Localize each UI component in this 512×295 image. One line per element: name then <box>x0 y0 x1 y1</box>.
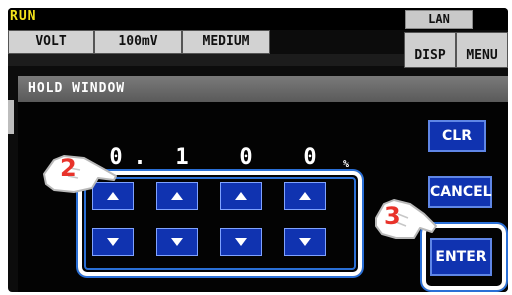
clr-button[interactable]: CLR <box>428 120 486 152</box>
lan-indicator: LAN <box>405 10 473 29</box>
run-status: RUN <box>10 9 37 24</box>
digit-2-up-button[interactable] <box>156 182 198 210</box>
status-bar: RUN LAN <box>8 8 508 30</box>
enter-button[interactable]: ENTER <box>430 238 492 276</box>
tab-strip <box>8 54 404 66</box>
digit-3: 0 <box>239 145 253 170</box>
menu-button[interactable]: MENU <box>456 32 508 68</box>
pointing-hand-icon <box>43 155 117 193</box>
triangle-up-icon <box>235 192 247 200</box>
digit-4-up-button[interactable] <box>284 182 326 210</box>
tab-volt[interactable]: VOLT <box>8 30 94 54</box>
digit-3-up-button[interactable] <box>220 182 262 210</box>
tab-speed[interactable]: MEDIUM <box>182 30 270 54</box>
digit-3-down-button[interactable] <box>220 228 262 256</box>
triangle-down-icon <box>299 238 311 246</box>
triangle-up-icon <box>171 192 183 200</box>
digit-2-down-button[interactable] <box>156 228 198 256</box>
callout-step-3: 3 <box>384 202 401 230</box>
triangle-down-icon <box>107 238 119 246</box>
digit-4: 0 <box>303 145 317 170</box>
digit-1-down-button[interactable] <box>92 228 134 256</box>
triangle-down-icon <box>171 238 183 246</box>
decimal-point: . <box>133 145 147 170</box>
scrollbar-handle[interactable] <box>8 100 14 134</box>
instrument-screen: RUN LAN VOLT 100mV MEDIUM DISP MENU HOLD… <box>8 8 508 292</box>
callout-step-2: 2 <box>60 154 77 182</box>
disp-button[interactable]: DISP <box>404 32 456 68</box>
digit-4-down-button[interactable] <box>284 228 326 256</box>
triangle-down-icon <box>235 238 247 246</box>
pointing-hand-icon <box>375 199 437 239</box>
dialog-title: HOLD WINDOW <box>18 76 508 102</box>
unit-label: % <box>343 159 350 170</box>
digit-2: 1 <box>175 145 189 170</box>
tab-range[interactable]: 100mV <box>94 30 182 54</box>
triangle-up-icon <box>299 192 311 200</box>
